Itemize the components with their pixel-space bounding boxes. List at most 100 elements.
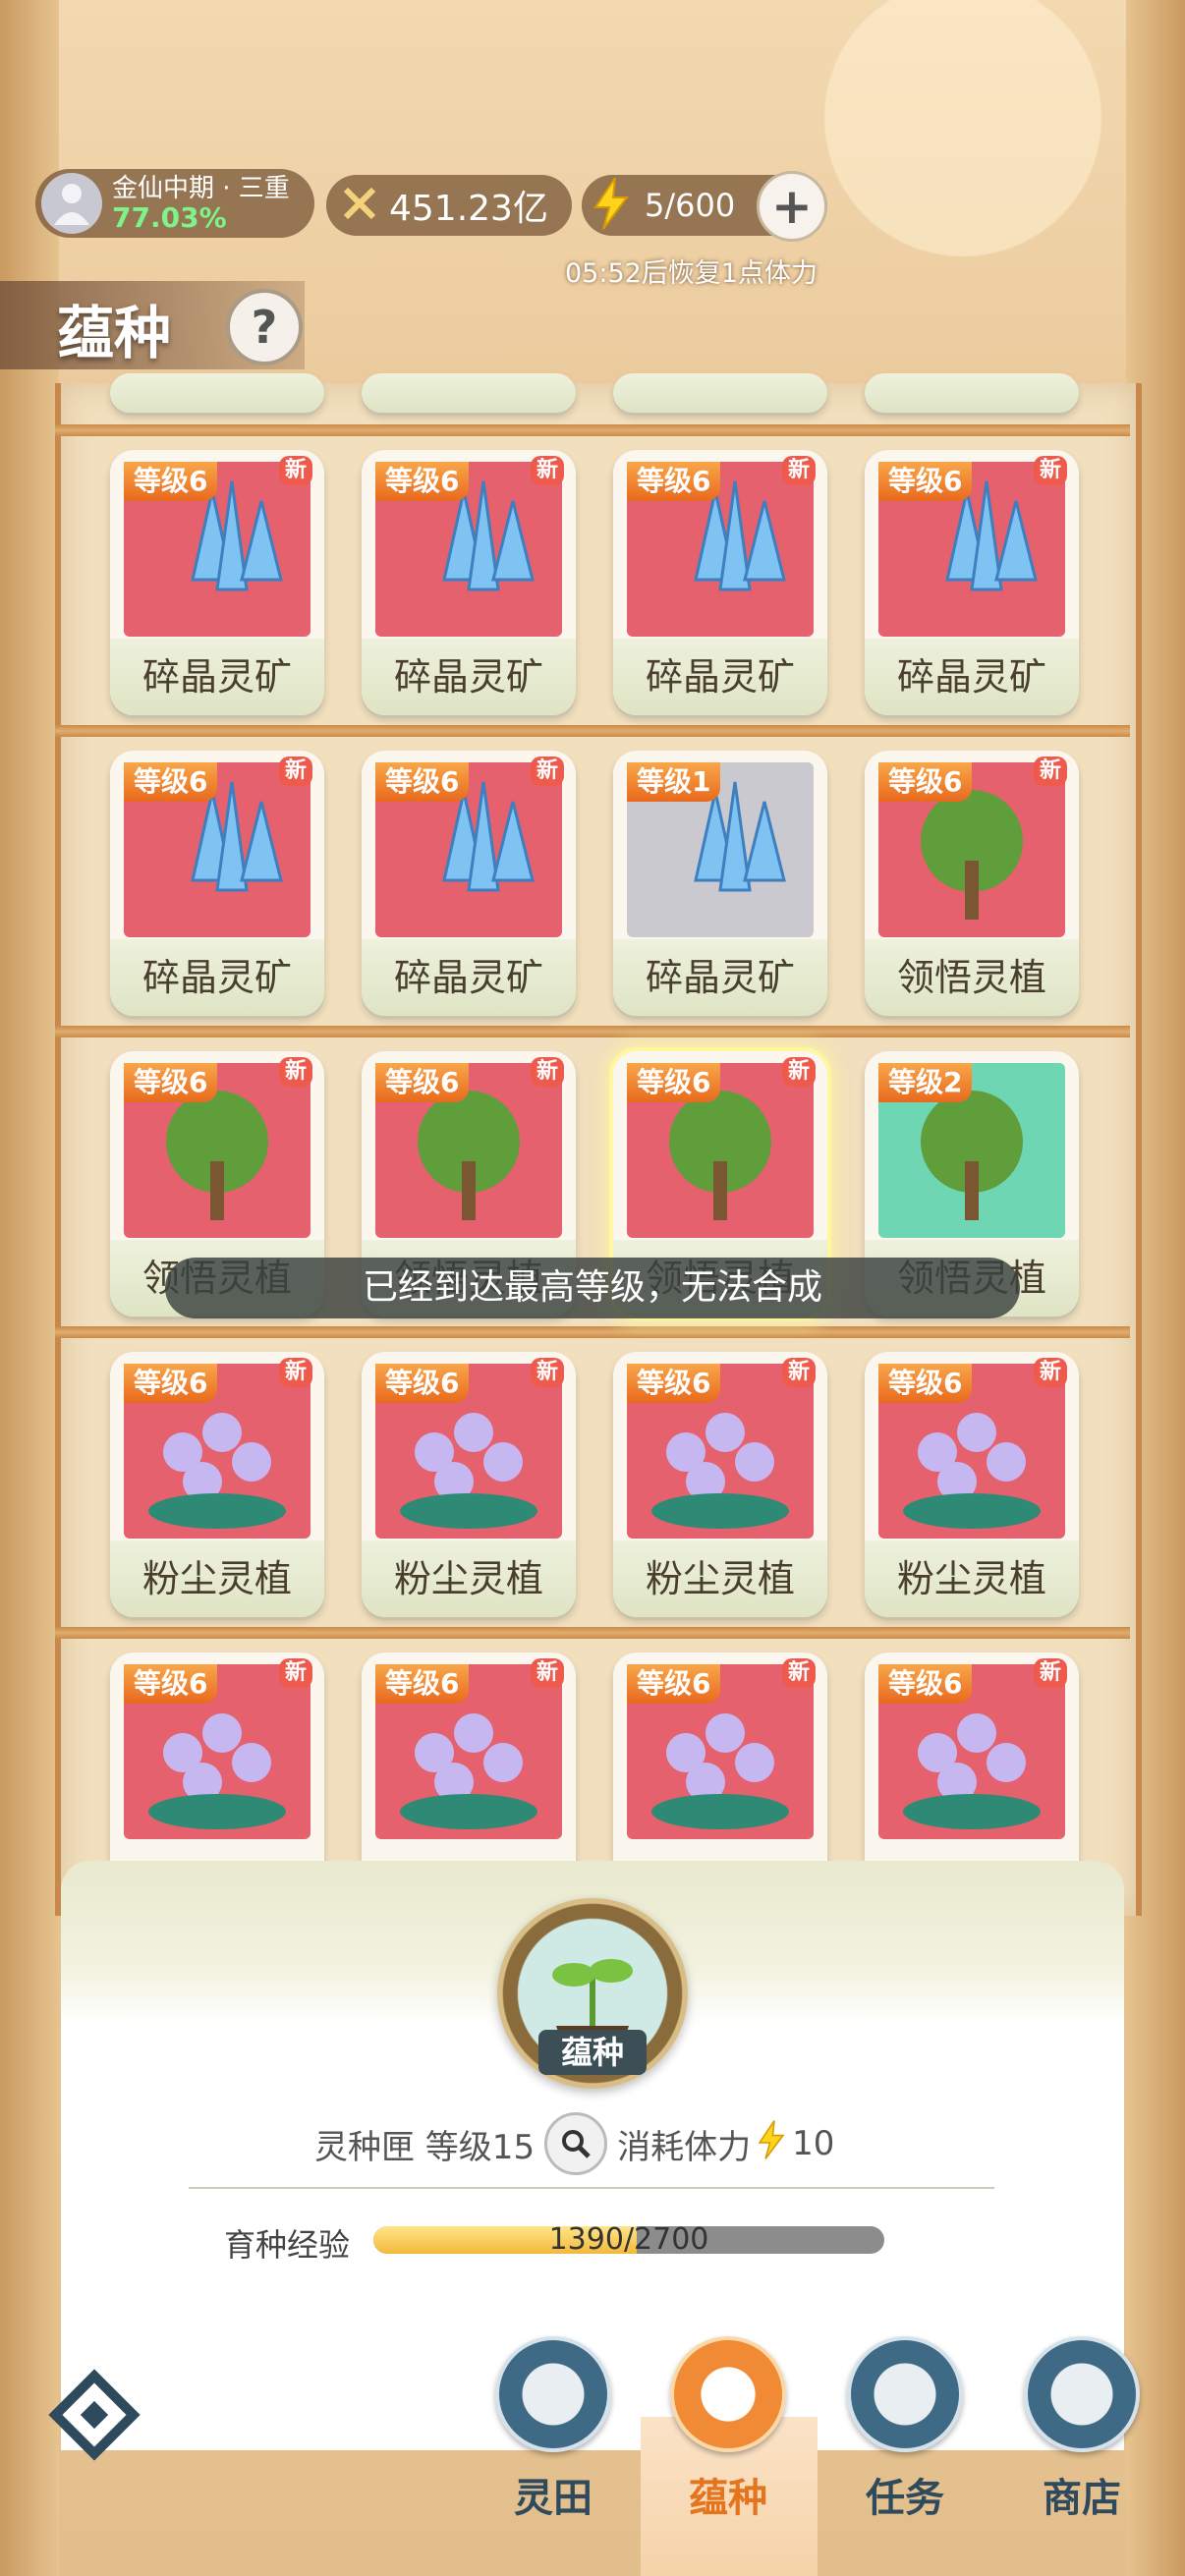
nav-label: 商店 (1043, 2476, 1121, 2521)
seed-card[interactable]: 等级1 碎晶灵矿 (613, 751, 827, 1016)
new-badge: 新 (530, 1658, 564, 1688)
seed-card[interactable]: 等级6 新粉尘灵植 (613, 1352, 827, 1617)
level-badge: 等级6 (375, 462, 470, 501)
realm-progress: 77.03% (112, 201, 227, 234)
seed-name: 碎晶灵矿 (110, 939, 324, 1016)
stamina-cost-value: 10 (792, 2124, 835, 2163)
seed-name: 粉尘灵植 (362, 1540, 576, 1617)
stamina-recover-text: 05:52后恢复1点体力 (565, 258, 818, 289)
new-badge: 新 (781, 456, 816, 485)
row-separator (55, 725, 1130, 737)
seed-card-partial (110, 373, 324, 413)
level-badge: 等级6 (627, 1364, 721, 1403)
seed-button[interactable]: 蕴种 (538, 2030, 647, 2075)
seed-name: 碎晶灵矿 (613, 939, 827, 1016)
seed-name: 碎晶灵矿 (110, 639, 324, 715)
left-border-decoration (0, 0, 59, 2576)
seed-name: 粉尘灵植 (110, 1540, 324, 1617)
new-badge: 新 (1033, 1358, 1067, 1387)
seed-card-partial (362, 373, 576, 413)
exp-text: 1390/2700 (548, 2222, 709, 2257)
level-badge: 等级6 (124, 1364, 218, 1403)
stamina-value: 5/600 (645, 187, 736, 224)
new-badge: 新 (530, 456, 564, 485)
level-badge: 等级6 (375, 1364, 470, 1403)
seed-name: 领悟灵植 (865, 939, 1079, 1016)
seed-card-partial (865, 373, 1079, 413)
field-icon (495, 2336, 611, 2452)
scroll-icon (847, 2336, 963, 2452)
level-badge: 等级6 (375, 1063, 470, 1102)
seed-name: 粉尘灵植 (613, 1540, 827, 1617)
level-badge: 等级6 (124, 462, 218, 501)
seed-name: 碎晶灵矿 (362, 939, 576, 1016)
new-badge: 新 (530, 1057, 564, 1087)
crossed-swords-icon (340, 184, 379, 227)
help-button[interactable]: ? (226, 289, 303, 365)
add-stamina-button[interactable]: + (757, 171, 827, 242)
level-badge: 等级6 (627, 1063, 721, 1102)
seed-name: 碎晶灵矿 (362, 639, 576, 715)
seed-card[interactable]: 等级6 新碎晶灵矿 (865, 450, 1079, 715)
toast-message: 已经到达最高等级，无法合成 (165, 1258, 1020, 1318)
realm-info[interactable]: 金仙中期 · 三重 77.03% (35, 169, 314, 238)
divider (189, 2187, 994, 2189)
level-badge: 等级6 (878, 1664, 973, 1704)
row-separator (55, 1627, 1130, 1639)
row-separator (55, 1026, 1130, 1037)
stamina-display: 5/600 + (582, 171, 827, 242)
seed-name: 碎晶灵矿 (613, 639, 827, 715)
seed-card[interactable]: 等级6 新碎晶灵矿 (613, 450, 827, 715)
seed-card[interactable]: 等级6 新粉尘灵植 (362, 1352, 576, 1617)
level-badge: 等级6 (627, 1664, 721, 1704)
nav-label: 蕴种 (689, 2476, 767, 2521)
nav-label: 任务 (866, 2476, 944, 2521)
nav-tab-seed[interactable]: 蕴种 (654, 2336, 802, 2562)
row-separator (55, 424, 1130, 436)
nav-label: 灵田 (514, 2476, 592, 2521)
seed-card[interactable]: 等级6 新领悟灵植 (865, 751, 1079, 1016)
seed-name: 粉尘灵植 (865, 1540, 1079, 1617)
seed-card[interactable]: 等级6 新碎晶灵矿 (362, 751, 576, 1016)
new-badge: 新 (530, 1358, 564, 1387)
avatar (41, 173, 102, 234)
new-badge: 新 (781, 1057, 816, 1087)
seed-card[interactable]: 等级6 新粉尘灵植 (865, 1352, 1079, 1617)
nav-tab-shop[interactable]: 商店 (1008, 2336, 1156, 2562)
power-value: 451.23亿 (389, 189, 548, 229)
level-badge: 等级6 (124, 1664, 218, 1704)
new-badge: 新 (278, 456, 312, 485)
sprout-icon (670, 2336, 786, 2452)
new-badge: 新 (278, 1358, 312, 1387)
shop-icon (1024, 2336, 1140, 2452)
seed-card[interactable]: 等级6 新碎晶灵矿 (110, 751, 324, 1016)
seed-card[interactable]: 等级6 新粉尘灵植 (110, 1352, 324, 1617)
level-badge: 等级6 (878, 1364, 973, 1403)
menu-diamond-icon[interactable] (47, 2368, 141, 2462)
realm-name: 金仙中期 · 三重 (112, 174, 290, 203)
seed-card[interactable]: 等级6 新碎晶灵矿 (362, 450, 576, 715)
level-badge: 等级6 (375, 1664, 470, 1704)
level-badge: 等级6 (627, 462, 721, 501)
level-badge: 等级1 (627, 762, 721, 802)
nav-tab-field[interactable]: 灵田 (480, 2336, 627, 2562)
box-level: 灵种匣 等级15 (314, 2127, 536, 2167)
new-badge: 新 (278, 1658, 312, 1688)
new-badge: 新 (530, 756, 564, 786)
seed-box-info: 灵种匣 等级15 消耗体力 10 (314, 2112, 834, 2175)
magnifier-icon[interactable] (544, 2112, 608, 2175)
new-badge: 新 (1033, 456, 1067, 485)
new-badge: 新 (278, 1057, 312, 1087)
seed-name: 碎晶灵矿 (865, 639, 1079, 715)
level-badge: 等级6 (878, 462, 973, 501)
level-badge: 等级2 (878, 1063, 973, 1102)
page-title: 蕴种 (57, 300, 172, 366)
row-separator (55, 1326, 1130, 1338)
seed-card[interactable]: 等级6 新碎晶灵矿 (110, 450, 324, 715)
new-badge: 新 (1033, 1658, 1067, 1688)
new-badge: 新 (781, 1358, 816, 1387)
new-badge: 新 (278, 756, 312, 786)
nav-tab-tasks[interactable]: 任务 (831, 2336, 979, 2562)
new-badge: 新 (781, 1658, 816, 1688)
level-badge: 等级6 (124, 1063, 218, 1102)
